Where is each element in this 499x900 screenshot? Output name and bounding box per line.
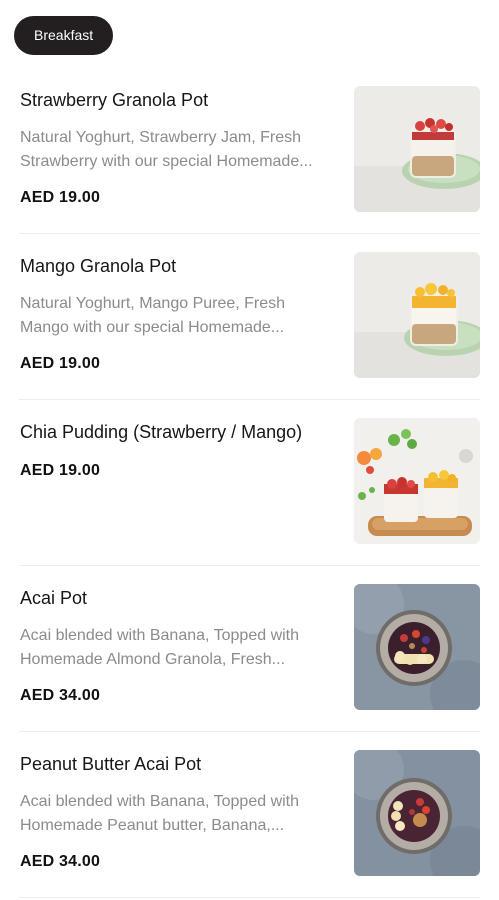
item-photo[interactable] xyxy=(354,86,480,212)
acai-pot-image xyxy=(354,584,480,710)
menu-item-list: Strawberry Granola Pot Natural Yoghurt, … xyxy=(0,68,499,898)
item-description-line: Strawberry with our special Homemade... xyxy=(20,153,313,170)
item-price: AED 34.00 xyxy=(20,853,101,870)
mango-granola-pot-image xyxy=(354,252,480,378)
item-photo[interactable] xyxy=(354,750,480,876)
strawberry-granola-pot-image xyxy=(354,86,480,212)
menu-item[interactable]: Peanut Butter Acai Pot Acai blended with… xyxy=(19,732,480,898)
item-description: Acai blended with Banana, Topped with Ho… xyxy=(20,624,338,672)
item-price: AED 19.00 xyxy=(20,462,101,479)
item-description-line: Mango with our special Homemade... xyxy=(20,319,285,336)
item-description-line: Acai blended with Banana, Topped with xyxy=(20,627,300,644)
item-photo[interactable] xyxy=(354,584,480,710)
item-description-line: Natural Yoghurt, Mango Puree, Fresh xyxy=(20,295,286,312)
chia-pudding-image xyxy=(354,418,480,544)
item-price: AED 19.00 xyxy=(20,189,101,206)
item-description: Natural Yoghurt, Mango Puree, Fresh Mang… xyxy=(20,292,338,340)
item-photo[interactable] xyxy=(354,418,480,544)
item-price: AED 34.00 xyxy=(20,687,101,704)
item-title: Acai Pot xyxy=(20,588,88,608)
item-photo[interactable] xyxy=(354,252,480,378)
item-description-line: Homemade Peanut butter, Banana,... xyxy=(20,817,285,834)
item-description-line: Acai blended with Banana, Topped with xyxy=(20,793,300,810)
menu-item[interactable]: Strawberry Granola Pot Natural Yoghurt, … xyxy=(19,68,480,234)
menu-item[interactable]: Acai Pot Acai blended with Banana, Toppe… xyxy=(19,566,480,732)
item-title: Peanut Butter Acai Pot xyxy=(20,754,202,774)
category-chip-breakfast[interactable]: Breakfast xyxy=(14,16,114,55)
item-description: Natural Yoghurt, Strawberry Jam, Fresh S… xyxy=(20,126,338,174)
item-description: Acai blended with Banana, Topped with Ho… xyxy=(20,790,338,838)
item-title: Strawberry Granola Pot xyxy=(20,90,209,110)
item-description-line: Natural Yoghurt, Strawberry Jam, Fresh xyxy=(20,129,302,146)
peanut-butter-acai-pot-image xyxy=(354,750,480,876)
menu-item[interactable]: Chia Pudding (Strawberry / Mango) AED 19… xyxy=(19,400,480,566)
item-price: AED 19.00 xyxy=(20,355,101,372)
item-title: Mango Granola Pot xyxy=(20,256,177,276)
item-title: Chia Pudding (Strawberry / Mango) xyxy=(20,422,303,442)
item-description-line: Homemade Almond Granola, Fresh... xyxy=(20,651,286,668)
menu-item[interactable]: Mango Granola Pot Natural Yoghurt, Mango… xyxy=(19,234,480,400)
